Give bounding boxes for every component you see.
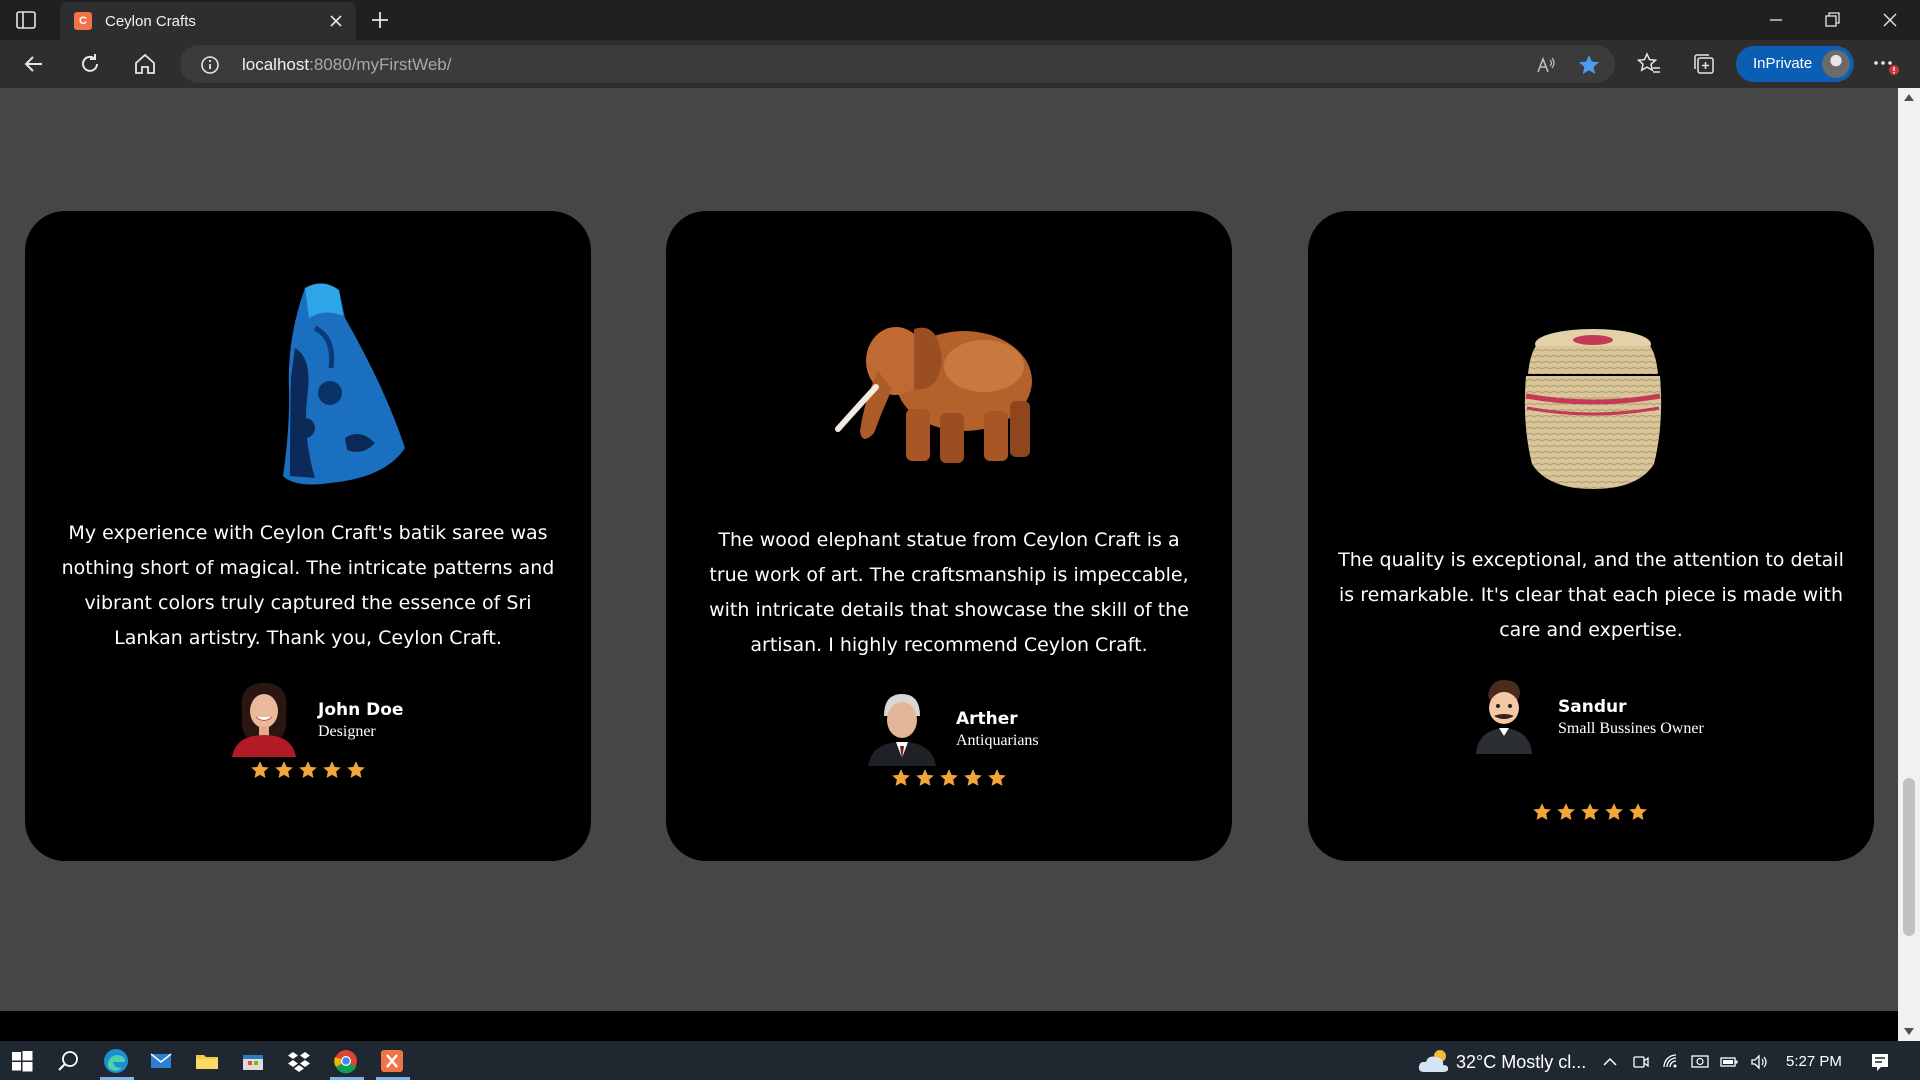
star-icon [1629, 803, 1647, 820]
testimonial-card-2: The wood elephant statue from Ceylon Cra… [666, 211, 1232, 861]
star-icon [892, 769, 910, 786]
star-rating [891, 768, 1007, 788]
testimonial-card-3: The quality is exceptional, and the atte… [1308, 211, 1874, 861]
battery-icon[interactable] [1719, 1052, 1739, 1072]
close-tab-icon[interactable] [326, 11, 346, 31]
mail-icon[interactable] [147, 1047, 175, 1075]
star-icon [916, 769, 934, 786]
scroll-down-icon[interactable] [1904, 1028, 1914, 1035]
settings-more-icon[interactable] [1870, 50, 1900, 80]
page-footer [0, 1011, 1898, 1041]
star-rating [1532, 802, 1648, 822]
woven-basket-image [1518, 324, 1668, 494]
star-icon [988, 769, 1006, 786]
url-text: localhost:8080/myFirstWeb/ [242, 55, 451, 75]
reviewer-name: Sandur [1558, 697, 1627, 717]
favorites-icon[interactable] [1636, 51, 1662, 77]
vertical-scrollbar[interactable] [1898, 88, 1920, 1041]
collections-icon[interactable] [1691, 51, 1717, 77]
reviewer-avatar [228, 679, 300, 757]
reviewer-avatar [1468, 676, 1540, 754]
testimonial-quote: The wood elephant statue from Ceylon Cra… [709, 529, 1189, 656]
windows-start-icon[interactable] [8, 1047, 36, 1075]
address-bar-row: localhost:8080/myFirstWeb/ InPrivate [0, 40, 1920, 88]
reviewer-role: Small Bussines Owner [1558, 720, 1704, 737]
star-icon [1557, 803, 1575, 820]
testimonial-quote: The quality is exceptional, and the atte… [1338, 549, 1844, 641]
site-info-icon[interactable] [200, 55, 220, 75]
restore-icon[interactable] [1818, 6, 1846, 34]
meet-now-icon[interactable] [1631, 1052, 1651, 1072]
xampp-icon[interactable] [378, 1047, 406, 1075]
edge-browser-icon[interactable] [102, 1047, 130, 1075]
reviewer-role: Designer [318, 723, 376, 740]
tab-actions-icon[interactable] [14, 8, 38, 32]
tab-title: Ceylon Crafts [105, 13, 196, 30]
batik-saree-image [235, 278, 405, 488]
back-arrow-icon[interactable] [20, 50, 48, 78]
star-icon [940, 769, 958, 786]
url-field[interactable]: localhost:8080/myFirstWeb/ [180, 45, 1615, 83]
windows-taskbar: 32°C Mostly cl... 5:27 PM [0, 1041, 1920, 1080]
reviewer-name: Arther [956, 709, 1018, 729]
scrollbar-thumb[interactable] [1903, 778, 1915, 936]
close-window-icon[interactable] [1876, 6, 1904, 34]
minimize-icon[interactable] [1762, 6, 1790, 34]
testimonial-quote: My experience with Ceylon Craft's batik … [61, 522, 555, 649]
new-tab-icon[interactable] [368, 8, 392, 32]
file-explorer-icon[interactable] [193, 1047, 221, 1075]
wood-elephant-image [834, 301, 1054, 471]
refresh-icon[interactable] [76, 50, 104, 78]
site-favicon-icon: C [74, 12, 92, 30]
reviewer-name: John Doe [318, 700, 404, 720]
testimonial-card-1: My experience with Ceylon Craft's batik … [25, 211, 591, 861]
store-icon[interactable] [239, 1047, 267, 1075]
star-icon [299, 761, 317, 778]
star-icon [323, 761, 341, 778]
url-host: localhost [242, 55, 310, 74]
chrome-icon[interactable] [332, 1047, 360, 1075]
dropbox-icon[interactable] [285, 1047, 313, 1075]
tab-bar: C Ceylon Crafts [0, 0, 1920, 40]
reviewer-role: Antiquarians [956, 732, 1039, 749]
page-viewport: My experience with Ceylon Craft's batik … [0, 88, 1898, 1011]
star-icon [1533, 803, 1551, 820]
favorite-star-icon[interactable] [1577, 53, 1601, 77]
star-icon [275, 761, 293, 778]
network-icon[interactable] [1690, 1052, 1710, 1072]
weather-cloud-icon[interactable] [1418, 1048, 1452, 1074]
search-icon[interactable] [54, 1047, 82, 1075]
tab-ceylon-crafts[interactable]: C Ceylon Crafts [60, 2, 356, 40]
read-aloud-icon[interactable] [1535, 54, 1557, 76]
scroll-up-icon[interactable] [1904, 94, 1914, 101]
star-icon [1581, 803, 1599, 820]
url-path: :8080/myFirstWeb/ [309, 55, 452, 74]
volume-icon[interactable] [1749, 1052, 1769, 1072]
profile-avatar [1822, 50, 1850, 78]
star-rating [250, 760, 366, 780]
star-icon [251, 761, 269, 778]
star-icon [1605, 803, 1623, 820]
inprivate-button[interactable]: InPrivate [1736, 46, 1854, 82]
weather-text[interactable]: 32°C Mostly cl... [1456, 1052, 1586, 1073]
wifi-icon[interactable] [1661, 1052, 1681, 1072]
star-icon [347, 761, 365, 778]
reviewer-avatar [866, 688, 938, 766]
notifications-icon[interactable] [1868, 1050, 1892, 1074]
home-icon[interactable] [131, 50, 159, 78]
inprivate-label: InPrivate [1753, 55, 1813, 72]
clock-time[interactable]: 5:27 PM [1786, 1053, 1842, 1070]
star-icon [964, 769, 982, 786]
chevron-up-tray-icon[interactable] [1600, 1052, 1620, 1072]
